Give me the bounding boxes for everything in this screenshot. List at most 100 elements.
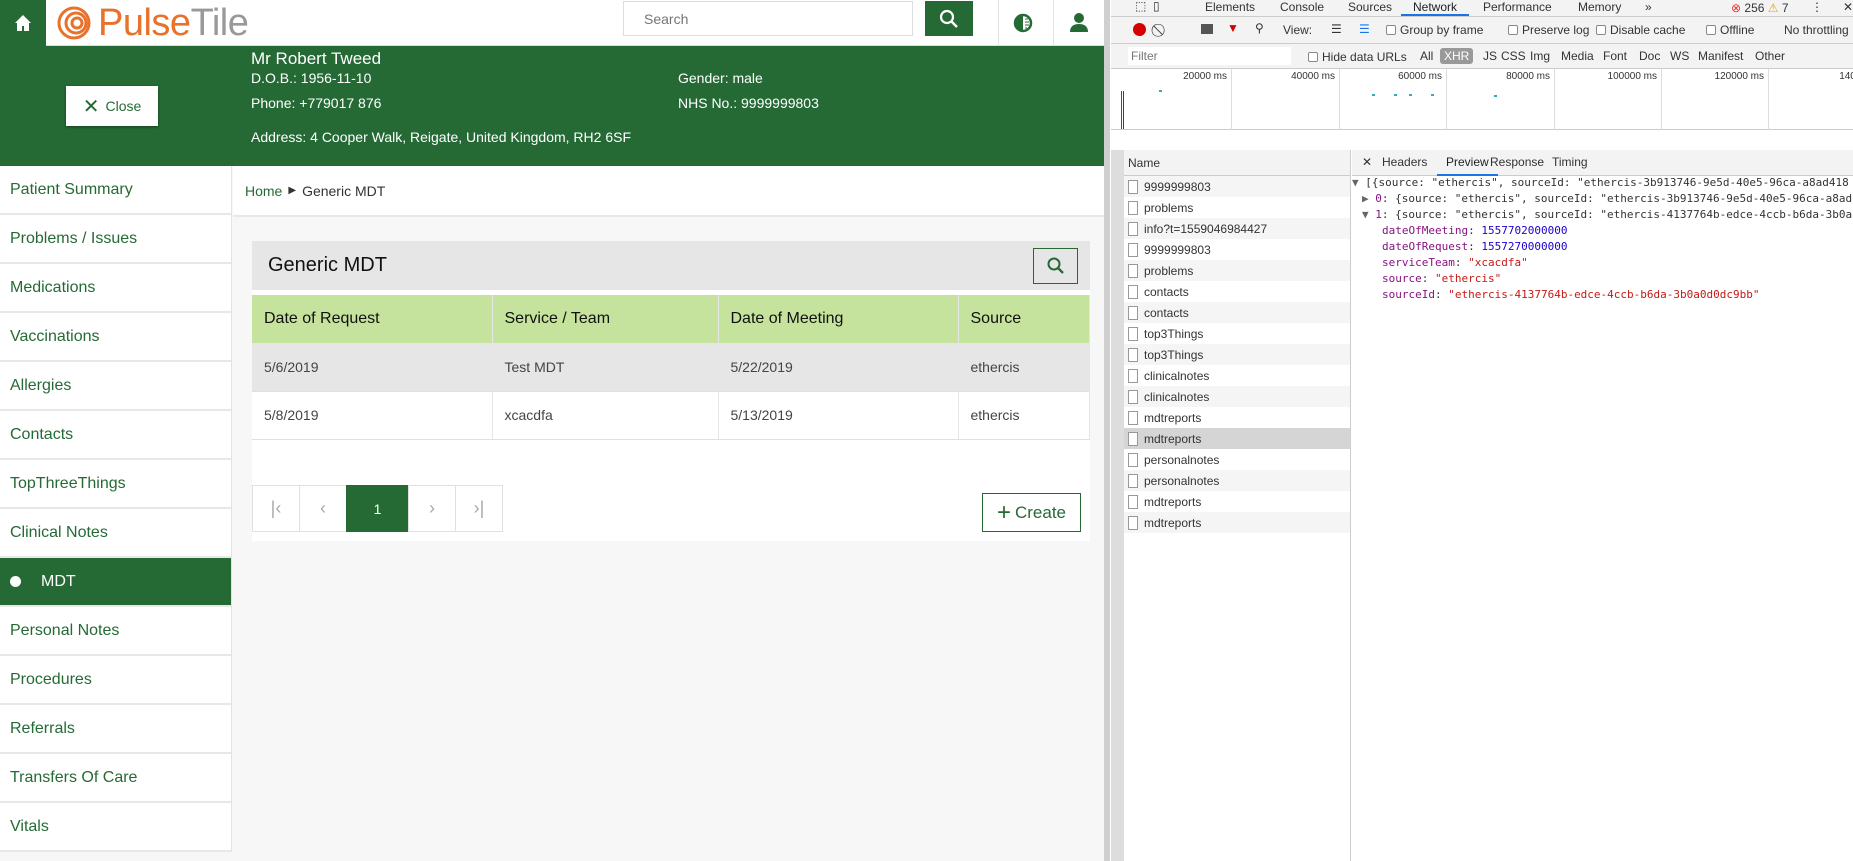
preserve-log-checkbox[interactable]: Preserve log: [1508, 23, 1589, 37]
sidebar-item[interactable]: MDT: [0, 558, 231, 607]
request-row[interactable]: mdtreports: [1124, 428, 1350, 449]
filter-type-font[interactable]: Font: [1603, 49, 1627, 63]
sidebar-item[interactable]: Personal Notes: [0, 607, 231, 656]
json-line[interactable]: dateOfMeeting: 1557702000000: [1352, 223, 1852, 239]
page-scrollbar[interactable]: [1104, 0, 1110, 861]
detail-tab-response[interactable]: Response: [1490, 150, 1544, 176]
json-line[interactable]: sourceId: "ethercis-4137764b-edce-4ccb-b…: [1352, 287, 1852, 303]
screenshot-icon[interactable]: [1201, 24, 1213, 34]
waterfall-icon[interactable]: ☰: [1359, 22, 1370, 36]
request-row[interactable]: problems: [1124, 197, 1350, 218]
request-row[interactable]: top3Things: [1124, 344, 1350, 365]
request-row[interactable]: mdtreports: [1124, 491, 1350, 512]
list-scrollbar[interactable]: [1111, 150, 1124, 861]
devtools-tab[interactable]: Sources: [1348, 0, 1392, 14]
record-icon[interactable]: [1133, 23, 1146, 36]
sidebar-item[interactable]: Clinical Notes: [0, 509, 231, 558]
filter-icon[interactable]: ▼: [1227, 21, 1239, 35]
devtools-tab[interactable]: Memory: [1578, 0, 1621, 14]
filter-type-media[interactable]: Media: [1561, 49, 1594, 63]
filter-type-css[interactable]: CSS: [1501, 49, 1526, 63]
close-detail-icon[interactable]: ✕: [1362, 155, 1372, 169]
expand-triangle-icon[interactable]: ▼: [1352, 176, 1365, 189]
json-line[interactable]: ▶ 0: {source: "ethercis", sourceId: "eth…: [1352, 191, 1852, 207]
request-row[interactable]: mdtreports: [1124, 512, 1350, 533]
column-header[interactable]: Service / Team: [492, 295, 719, 343]
json-line[interactable]: serviceTeam: "xcacdfa": [1352, 255, 1852, 271]
sidebar-item[interactable]: Contacts: [0, 411, 231, 460]
filter-type-xhr[interactable]: XHR: [1440, 48, 1474, 64]
filter-type-img[interactable]: Img: [1530, 49, 1550, 63]
column-header[interactable]: Date of Request: [252, 295, 493, 343]
devtools-tab[interactable]: Performance: [1483, 0, 1552, 14]
large-rows-icon[interactable]: ☰: [1331, 22, 1342, 36]
request-row[interactable]: personalnotes: [1124, 449, 1350, 470]
hide-data-urls-checkbox[interactable]: Hide data URLs: [1308, 50, 1407, 64]
devtools-tab[interactable]: Console: [1280, 0, 1324, 14]
sidebar-item[interactable]: Vitals: [0, 803, 231, 852]
sidebar-item[interactable]: Patient Summary: [0, 166, 231, 215]
request-row[interactable]: contacts: [1124, 281, 1350, 302]
sidebar-item[interactable]: Medications: [0, 264, 231, 313]
json-line[interactable]: ▼ 1: {source: "ethercis", sourceId: "eth…: [1352, 207, 1852, 223]
request-row[interactable]: 9999999803: [1124, 239, 1350, 260]
search-button[interactable]: [925, 1, 973, 36]
search-input[interactable]: [623, 1, 913, 36]
sidebar-item[interactable]: Vaccinations: [0, 313, 231, 362]
breadcrumb-home[interactable]: Home: [245, 183, 282, 199]
search-icon[interactable]: ⚲: [1255, 21, 1264, 35]
pulsetile-logo[interactable]: Pulse Tile: [56, 0, 249, 46]
create-button[interactable]: + Create: [982, 493, 1081, 532]
filter-type-all[interactable]: All: [1420, 49, 1433, 63]
expand-triangle-icon[interactable]: ▼: [1362, 208, 1375, 221]
error-count[interactable]: ⊗ 256 ⚠ 7: [1731, 1, 1789, 15]
request-row[interactable]: clinicalnotes: [1124, 386, 1350, 407]
json-line[interactable]: ▼ [{source: "ethercis", sourceId: "ether…: [1352, 175, 1852, 191]
request-row[interactable]: problems: [1124, 260, 1350, 281]
name-column-header[interactable]: Name: [1124, 150, 1350, 176]
json-line[interactable]: source: "ethercis": [1352, 271, 1852, 287]
request-row[interactable]: info?t=1559046984427: [1124, 218, 1350, 239]
table-row[interactable]: 5/6/2019 Test MDT 5/22/2019 ethercis: [252, 343, 1090, 392]
table-row[interactable]: 5/8/2019 xcacdfa 5/13/2019 ethercis: [252, 391, 1090, 440]
group-by-frame-checkbox[interactable]: Group by frame: [1386, 23, 1483, 37]
timeline-overview[interactable]: 20000 ms 40000 ms 60000 ms 80000 ms 100000 m…: [1111, 69, 1853, 130]
page-button[interactable]: 1: [346, 485, 409, 532]
devtools-tab[interactable]: »: [1645, 0, 1652, 14]
close-button[interactable]: ✕ Close: [66, 86, 158, 126]
prev-page-button[interactable]: ‹: [299, 485, 347, 532]
column-header[interactable]: Source: [958, 295, 1090, 343]
filter-input[interactable]: [1128, 47, 1291, 65]
contrast-toggle-button[interactable]: [1013, 13, 1033, 38]
devtools-tab[interactable]: Elements: [1205, 0, 1255, 14]
column-header[interactable]: Date of Meeting: [718, 295, 959, 343]
devtools-tab[interactable]: Network: [1401, 0, 1470, 16]
panel-search-button[interactable]: [1033, 248, 1078, 284]
expand-triangle-icon[interactable]: ▶: [1362, 192, 1375, 205]
device-toolbar-icon[interactable]: ▯: [1153, 0, 1160, 13]
filter-type-doc[interactable]: Doc: [1639, 49, 1660, 63]
request-row[interactable]: mdtreports: [1124, 407, 1350, 428]
user-menu-button[interactable]: [1070, 12, 1088, 37]
last-page-button[interactable]: ›|: [455, 485, 503, 532]
next-page-button[interactable]: ›: [408, 485, 456, 532]
request-row[interactable]: 9999999803: [1124, 176, 1350, 197]
filter-type-ws[interactable]: WS: [1670, 49, 1689, 63]
first-page-button[interactable]: |‹: [252, 485, 300, 532]
home-button[interactable]: [0, 0, 46, 46]
detail-tab-headers[interactable]: Headers: [1382, 150, 1427, 176]
sidebar-item[interactable]: Transfers Of Care: [0, 754, 231, 803]
more-options-icon[interactable]: ⋮: [1811, 0, 1823, 14]
close-devtools-icon[interactable]: ✕: [1843, 0, 1853, 14]
filter-type-js[interactable]: JS: [1483, 49, 1497, 63]
request-row[interactable]: clinicalnotes: [1124, 365, 1350, 386]
sidebar-item[interactable]: TopThreeThings: [0, 460, 231, 509]
sidebar-item[interactable]: Referrals: [0, 705, 231, 754]
json-line[interactable]: dateOfRequest: 1557270000000: [1352, 239, 1852, 255]
detail-tab-preview[interactable]: Preview: [1437, 150, 1498, 176]
sidebar-item[interactable]: Procedures: [0, 656, 231, 705]
request-row[interactable]: contacts: [1124, 302, 1350, 323]
detail-tab-timing[interactable]: Timing: [1552, 150, 1588, 176]
filter-type-other[interactable]: Other: [1755, 49, 1785, 63]
disable-cache-checkbox[interactable]: Disable cache: [1596, 23, 1685, 37]
